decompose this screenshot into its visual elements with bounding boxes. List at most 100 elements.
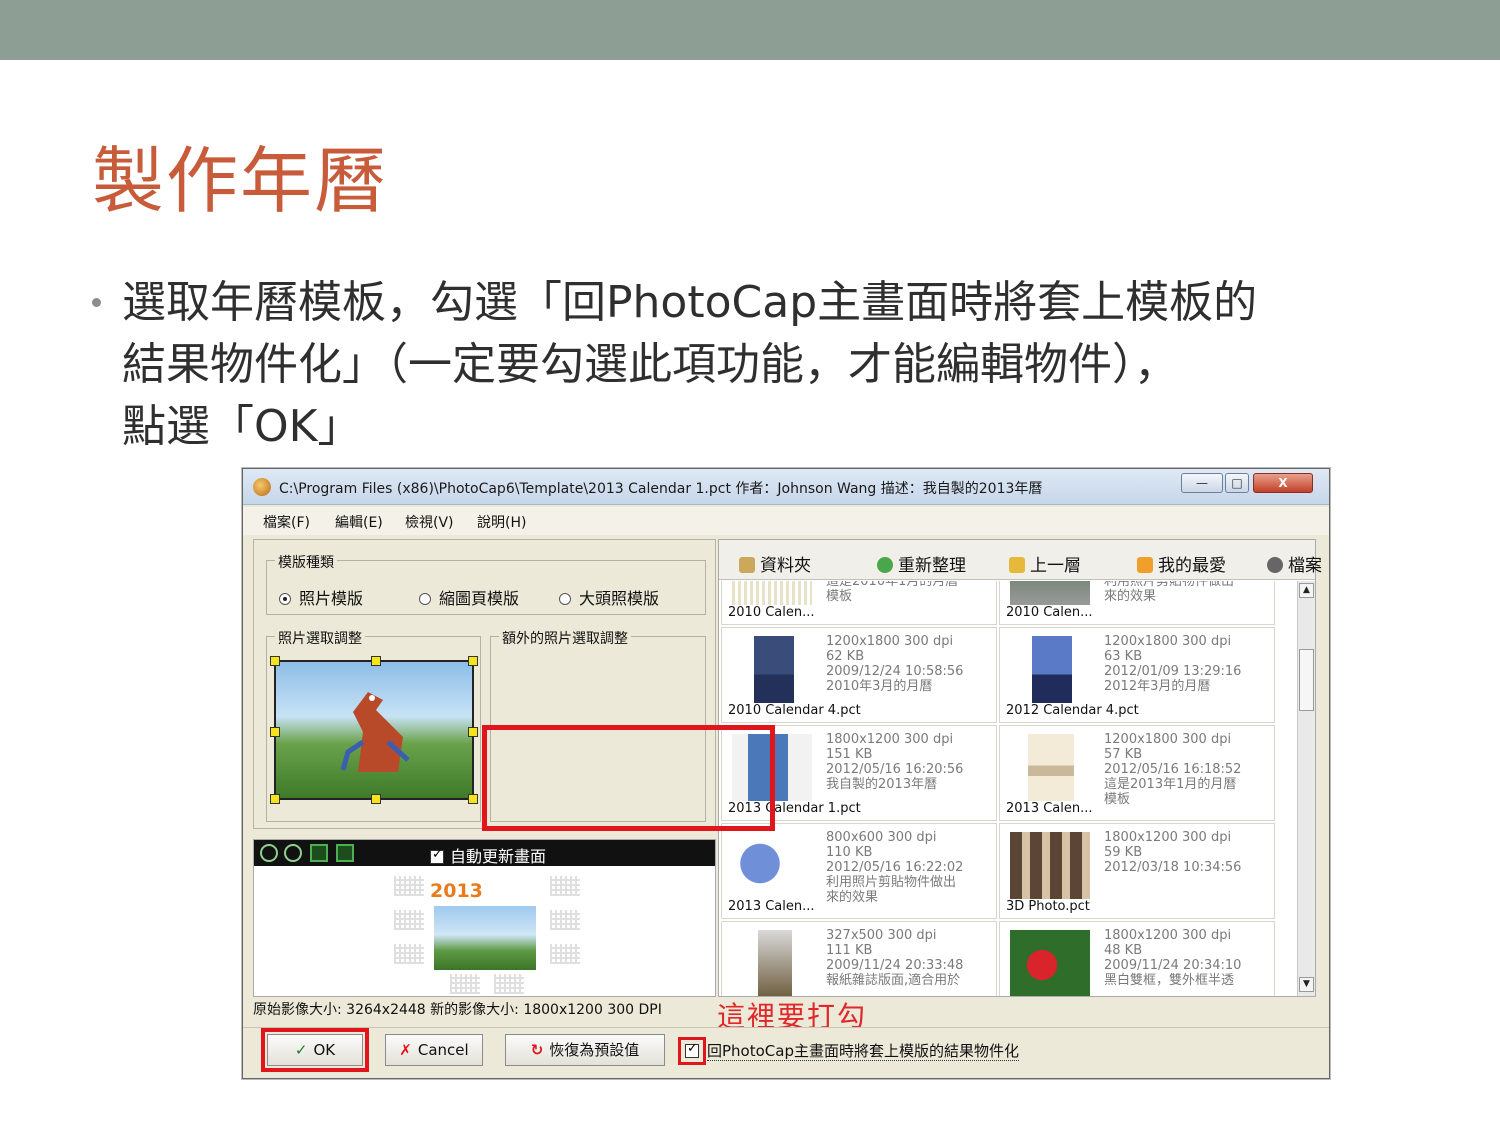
crop-handle[interactable]: [468, 727, 478, 737]
template-info: 800x600 300 dpi 110 KB 2012/05/16 16:22:02…: [826, 830, 964, 905]
preview-area: 自動更新畫面 2013: [253, 839, 716, 997]
month-grid: [550, 910, 580, 930]
template-item[interactable]: 1200x1800 300 dpi 62 KB 2009/12/24 10:58:5…: [721, 627, 997, 723]
checkmark-icon: ✓: [294, 1041, 308, 1059]
up-folder-icon: [1009, 557, 1025, 573]
scroll-up-icon[interactable]: ▲: [1299, 583, 1314, 598]
slide-title: 製作年曆: [92, 139, 389, 223]
menu-edit[interactable]: 編輯(E): [335, 512, 383, 532]
month-grid: [494, 974, 524, 994]
refresh-icon: [877, 557, 893, 573]
template-type-legend: 模版種類: [275, 552, 337, 572]
template-info: 利用照片剪貼物件做出 來的效果: [1104, 581, 1235, 604]
template-grid: 這是2010年1月的月曆 模板 2010 Calen... 利用照片剪貼物件做出來…: [719, 581, 1297, 996]
template-name: 2010 Calen...: [1006, 605, 1093, 620]
crop-handle[interactable]: [270, 656, 280, 666]
menu-bar: 檔案(F) 編輯(E) 檢視(V) 說明(H): [243, 507, 1329, 535]
actual-size-icon[interactable]: [336, 844, 354, 862]
cancel-button[interactable]: ✗ Cancel: [385, 1034, 483, 1066]
reset-default-button[interactable]: ↻ 恢復為預設值: [505, 1034, 665, 1066]
template-thumbnail: [1010, 581, 1090, 608]
scrollbar-thumb[interactable]: [1299, 649, 1314, 711]
crop-handle[interactable]: [468, 656, 478, 666]
dialog-button-row: ✓OK ✗Cancel ↻恢復為預設值 回PhotoCap主畫面時將套上模版的結…: [243, 1027, 1329, 1073]
template-thumbnail: [1032, 636, 1072, 706]
maximize-button[interactable]: □: [1225, 473, 1249, 493]
ok-button[interactable]: ✓ OK: [261, 1028, 369, 1072]
month-grid: [394, 876, 424, 896]
menu-file[interactable]: 檔案(F): [263, 512, 310, 532]
auto-update-checkbox[interactable]: 自動更新畫面: [430, 843, 546, 867]
template-info: 1200x1800 300 dpi 57 KB 2012/05/16 16:18:5…: [1104, 732, 1242, 807]
close-button[interactable]: X: [1253, 473, 1313, 493]
apply-as-objects-checkbox[interactable]: 回PhotoCap主畫面時將套上模版的結果物件化: [678, 1037, 1019, 1065]
fit-window-icon[interactable]: [310, 844, 328, 862]
template-item[interactable]: 1200x1800 300 dpi 63 KB 2012/01/09 13:29:1…: [999, 627, 1275, 723]
preview-toolbar: 自動更新畫面: [254, 840, 715, 866]
template-item[interactable]: 這是2010年1月的月曆 模板 2010 Calen...: [721, 581, 997, 625]
crop-handle[interactable]: [468, 794, 478, 804]
cancel-x-icon: ✗: [399, 1041, 412, 1059]
favorites-button[interactable]: 我的最愛: [1137, 551, 1226, 576]
window-titlebar[interactable]: C:\Program Files (x86)\PhotoCap6\Templat…: [243, 469, 1329, 505]
template-info: 1800x1200 300 dpi 48 KB 2009/11/24 20:34:1…: [1104, 928, 1242, 988]
menu-view[interactable]: 檢視(V): [405, 512, 454, 532]
template-thumbnail: [1010, 930, 1090, 996]
template-thumbnail: [1028, 734, 1074, 804]
template-browser-panel: 資料夾 重新整理 上一層 我的最愛 檔案 這是2010年1月的月曆 模板 2010…: [718, 539, 1322, 997]
folder-button[interactable]: 資料夾: [739, 551, 811, 576]
calendar-photo: [434, 906, 536, 970]
radio-thumbnail-template[interactable]: 縮圖頁模版: [419, 585, 519, 609]
zoom-in-icon[interactable]: [260, 844, 278, 862]
vertical-scrollbar[interactable]: ▲ ▼: [1297, 581, 1315, 996]
minimize-button[interactable]: —: [1181, 473, 1223, 493]
month-grid: [394, 910, 424, 930]
bullet-text: 選取年曆模板，勾選「回PhotoCap主畫面時將套上模板的 結果物件化」（一定要…: [122, 272, 1422, 458]
zoom-out-icon[interactable]: [284, 844, 302, 862]
calendar-year: 2013: [430, 880, 483, 902]
radio-photo-template[interactable]: 照片模版: [279, 585, 363, 609]
template-dialog-window: C:\Program Files (x86)\PhotoCap6\Templat…: [242, 468, 1330, 1079]
template-item[interactable]: 1800x1200 300 dpi 48 KB 2009/11/24 20:34:1…: [999, 921, 1275, 996]
template-name: 2012 Calendar 4.pct: [1006, 703, 1139, 718]
dinosaur-sculpture-image: [340, 692, 410, 772]
slide-header-bar: [0, 0, 1500, 60]
search-file-button[interactable]: 檔案: [1267, 551, 1322, 576]
template-item[interactable]: 1800x1200 300 dpi 59 KB 2012/03/18 10:34:5…: [999, 823, 1275, 919]
radio-portrait-template[interactable]: 大頭照模版: [559, 585, 659, 609]
calendar-preview-image: 2013: [390, 870, 586, 996]
bullet-line: 點選「OK」: [122, 401, 362, 452]
menu-help[interactable]: 說明(H): [477, 512, 526, 532]
template-item[interactable]: 1200x1800 300 dpi 57 KB 2012/05/16 16:18:5…: [999, 725, 1275, 821]
crop-handle[interactable]: [371, 656, 381, 666]
crop-handle[interactable]: [270, 727, 280, 737]
photo-crop-area[interactable]: [270, 656, 478, 804]
template-item[interactable]: 327x500 300 dpi 111 KB 2009/11/24 20:33:48…: [721, 921, 997, 996]
template-thumbnail: [732, 581, 812, 608]
template-name: 2010 Calendar 4.pct: [728, 703, 861, 718]
template-item[interactable]: 利用照片剪貼物件做出 來的效果 2010 Calen...: [999, 581, 1275, 625]
template-info: 1200x1800 300 dpi 62 KB 2009/12/24 10:58:5…: [826, 634, 964, 694]
extra-adjust-legend: 額外的照片選取調整: [499, 628, 631, 648]
radio-dot: [559, 593, 571, 605]
image-size-status: 原始影像大小: 3264x2448 新的影像大小: 1800x1200 300 …: [253, 1002, 662, 1018]
template-info: 1800x1200 300 dpi 59 KB 2012/03/18 10:34:5…: [1104, 830, 1242, 875]
month-grid: [550, 944, 580, 964]
crop-handle[interactable]: [371, 794, 381, 804]
search-file-icon: [1267, 557, 1283, 573]
reset-icon: ↻: [530, 1041, 544, 1059]
selected-template-highlight: [482, 725, 775, 831]
browser-toolbar: 資料夾 重新整理 上一層 我的最愛 檔案: [719, 540, 1322, 580]
template-name: 2010 Calen...: [728, 605, 815, 620]
scroll-down-icon[interactable]: ▼: [1299, 977, 1314, 992]
bullet-dot: [92, 298, 101, 307]
template-info: 327x500 300 dpi 111 KB 2009/11/24 20:33:48…: [826, 928, 964, 988]
up-folder-button[interactable]: 上一層: [1009, 551, 1081, 576]
template-info: 1200x1800 300 dpi 63 KB 2012/01/09 13:29:1…: [1104, 634, 1242, 694]
crop-handle[interactable]: [270, 794, 280, 804]
template-info: 這是2010年1月的月曆 模板: [826, 581, 959, 604]
refresh-button[interactable]: 重新整理: [877, 551, 966, 576]
template-info: 1800x1200 300 dpi 151 KB 2012/05/16 16:20:…: [826, 732, 964, 792]
favorite-home-icon: [1137, 557, 1153, 573]
template-item[interactable]: 800x600 300 dpi 110 KB 2012/05/16 16:22:02…: [721, 823, 997, 919]
